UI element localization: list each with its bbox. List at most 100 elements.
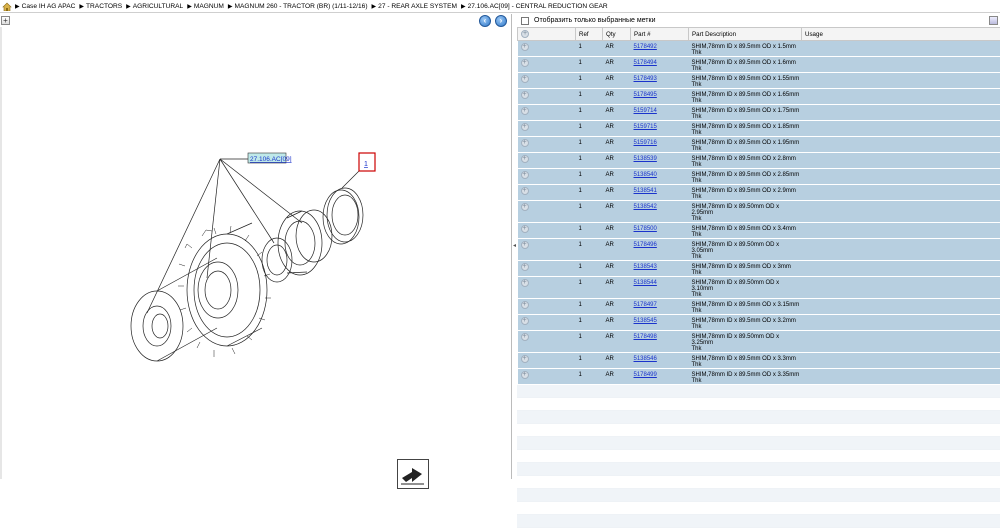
part-number-link[interactable]: 5178499 (634, 372, 657, 378)
home-icon[interactable] (2, 2, 12, 11)
part-number-link[interactable]: 5138544 (634, 280, 657, 286)
row-desc-line1: SHIM,78mm ID x 89.5mm OD x 1.6mm Thk (692, 60, 796, 72)
row-part-cell: 5138541 (631, 185, 689, 201)
back-icon[interactable]: ‹ (479, 15, 491, 27)
table-row[interactable]: +1AR5138539SHIM,78mm ID x 89.5mm OD x 2.… (518, 153, 1000, 169)
part-number-link[interactable]: 5138540 (634, 172, 657, 178)
table-row[interactable]: +1AR5178493SHIM,78mm ID x 89.5mm OD x 1.… (518, 73, 1000, 89)
part-number-link[interactable]: 5178494 (634, 60, 657, 66)
part-number-link[interactable]: 5138546 (634, 356, 657, 362)
row-expand-icon[interactable]: + (521, 279, 529, 287)
row-expand-icon[interactable]: + (521, 75, 529, 83)
part-number-link[interactable]: 5178496 (634, 242, 657, 248)
part-number-link[interactable]: 5178493 (634, 76, 657, 82)
breadcrumb-item[interactable]: ▶AGRICULTURAL (126, 3, 183, 10)
ref-marker-label[interactable]: 1 (364, 161, 368, 168)
table-row[interactable]: +1AR5138542SHIM,78mm ID x 89.50mm OD x 2… (518, 201, 1000, 223)
table-row[interactable]: +1AR5138540SHIM,78mm ID x 89.5mm OD x 2.… (518, 169, 1000, 185)
part-number-link[interactable]: 5178497 (634, 302, 657, 308)
row-qty: AR (603, 105, 631, 121)
row-expand-cell: + (518, 315, 576, 331)
panel-options-icon[interactable] (989, 16, 998, 25)
row-usage (802, 277, 1000, 299)
row-expand-icon[interactable]: + (521, 301, 529, 309)
table-row[interactable]: +1AR5178500SHIM,78mm ID x 89.5mm OD x 3.… (518, 223, 1000, 239)
part-number-link[interactable]: 5138542 (634, 204, 657, 210)
breadcrumb-item-current: ▶27.106.AC[09] - CENTRAL REDUCTION GEAR (461, 3, 608, 10)
row-expand-icon[interactable]: + (521, 155, 529, 163)
table-row[interactable]: +1AR5178496SHIM,78mm ID x 89.50mm OD x 3… (518, 239, 1000, 261)
header-qty[interactable]: Qty (603, 28, 631, 41)
part-number-link[interactable]: 5159714 (634, 108, 657, 114)
row-expand-icon[interactable]: + (521, 139, 529, 147)
breadcrumb-item[interactable]: ▶Case IH AG APAC (15, 3, 75, 10)
row-expand-icon[interactable]: + (521, 187, 529, 195)
part-number-link[interactable]: 5138539 (634, 156, 657, 162)
table-row[interactable]: +1AR5138544SHIM,78mm ID x 89.50mm OD x 3… (518, 277, 1000, 299)
row-expand-icon[interactable]: + (521, 263, 529, 271)
table-row[interactable]: +1AR5178498SHIM,78mm ID x 89.50mm OD x 3… (518, 331, 1000, 353)
row-expand-cell: + (518, 169, 576, 185)
breadcrumb-item[interactable]: ▶MAGNUM (187, 3, 224, 10)
row-desc: SHIM,78mm ID x 89.5mm OD x 3.2mm Thk (689, 315, 802, 331)
select-all-icon[interactable]: + (521, 30, 529, 38)
row-expand-icon[interactable]: + (521, 355, 529, 363)
table-row[interactable]: +1AR5178497SHIM,78mm ID x 89.5mm OD x 3.… (518, 299, 1000, 315)
part-number-link[interactable]: 5138545 (634, 318, 657, 324)
row-desc-line2: Thk (692, 292, 702, 298)
row-expand-icon[interactable]: + (521, 91, 529, 99)
header-desc[interactable]: Part Description (689, 28, 802, 41)
row-expand-icon[interactable]: + (521, 43, 529, 51)
header-select[interactable]: + (518, 28, 576, 41)
part-number-link[interactable]: 5138543 (634, 264, 657, 270)
part-number-link[interactable]: 5159716 (634, 140, 657, 146)
row-desc-line2: Thk (692, 254, 702, 260)
forward-icon[interactable]: › (495, 15, 507, 27)
part-number-link[interactable]: 5178492 (634, 44, 657, 50)
table-row[interactable]: +1AR5138546SHIM,78mm ID x 89.5mm OD x 3.… (518, 353, 1000, 369)
row-qty: AR (603, 89, 631, 105)
table-row[interactable]: +1AR5138543SHIM,78mm ID x 89.5mm OD x 3m… (518, 261, 1000, 277)
table-row[interactable]: +1AR5138541SHIM,78mm ID x 89.5mm OD x 2.… (518, 185, 1000, 201)
table-row[interactable]: +1AR5178492SHIM,78mm ID x 89.5mm OD x 1.… (518, 41, 1000, 57)
row-expand-icon[interactable]: + (521, 171, 529, 179)
table-row[interactable]: +1AR5178495SHIM,78mm ID x 89.5mm OD x 1.… (518, 89, 1000, 105)
header-usage[interactable]: Usage (802, 28, 1000, 41)
row-expand-icon[interactable]: + (521, 371, 529, 379)
part-number-link[interactable]: 5138541 (634, 188, 657, 194)
header-ref[interactable]: Ref (576, 28, 603, 41)
row-expand-icon[interactable]: + (521, 59, 529, 67)
table-row[interactable]: +1AR5138545SHIM,78mm ID x 89.5mm OD x 3.… (518, 315, 1000, 331)
table-row[interactable]: +1AR5178499SHIM,78mm ID x 89.5mm OD x 3.… (518, 369, 1000, 385)
row-expand-icon[interactable]: + (521, 225, 529, 233)
expand-icon[interactable]: + (1, 16, 10, 25)
breadcrumb-item[interactable]: ▶27 - REAR AXLE SYSTEM (372, 3, 457, 10)
row-qty: AR (603, 369, 631, 385)
part-number-link[interactable]: 5159715 (634, 124, 657, 130)
part-number-link[interactable]: 5178500 (634, 226, 657, 232)
row-expand-icon[interactable]: + (521, 107, 529, 115)
row-expand-icon[interactable]: + (521, 123, 529, 131)
row-desc: SHIM,78mm ID x 89.5mm OD x 1.65mm Thk (689, 89, 802, 105)
callout-label[interactable]: 27.106.AC[09] (250, 156, 292, 163)
row-expand-icon[interactable]: + (521, 241, 529, 249)
breadcrumb-item[interactable]: ▶TRACTORS (79, 3, 122, 10)
table-row[interactable]: +1AR5178494SHIM,78mm ID x 89.5mm OD x 1.… (518, 57, 1000, 73)
row-expand-cell: + (518, 89, 576, 105)
parts-table: + Ref Qty Part # Part Description Usage … (517, 27, 1000, 385)
breadcrumb-item[interactable]: ▶MAGNUM 260 - TRACTOR (BR) (1/11-12/16) (228, 3, 368, 10)
header-part[interactable]: Part # (631, 28, 689, 41)
part-number-link[interactable]: 5178498 (634, 334, 657, 340)
row-expand-icon[interactable]: + (521, 333, 529, 341)
row-expand-icon[interactable]: + (521, 317, 529, 325)
table-row[interactable]: +1AR5159716SHIM,78mm ID x 89.5mm OD x 1.… (518, 137, 1000, 153)
filter-checkbox[interactable] (521, 17, 529, 25)
row-expand-cell: + (518, 239, 576, 261)
table-row[interactable]: +1AR5159714SHIM,78mm ID x 89.5mm OD x 1.… (518, 105, 1000, 121)
row-part-cell: 5138540 (631, 169, 689, 185)
export-arrow-icon[interactable] (397, 459, 429, 489)
breadcrumb-bar: ▶Case IH AG APAC ▶TRACTORS ▶AGRICULTURAL… (0, 0, 1000, 13)
table-row[interactable]: +1AR5159715SHIM,78mm ID x 89.5mm OD x 1.… (518, 121, 1000, 137)
part-number-link[interactable]: 5178495 (634, 92, 657, 98)
row-expand-icon[interactable]: + (521, 203, 529, 211)
